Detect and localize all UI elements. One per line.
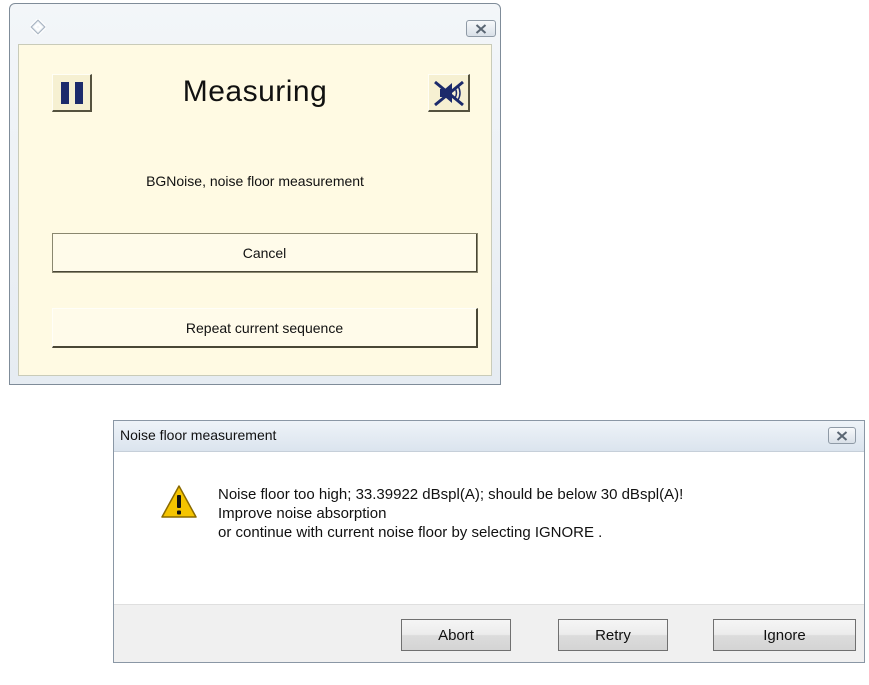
- cancel-button[interactable]: Cancel: [52, 233, 478, 273]
- measuring-panel: Measuring BGNoise, noise floor measureme…: [18, 44, 492, 376]
- dialog-titlebar[interactable]: Noise floor measurement: [114, 421, 864, 452]
- abort-button[interactable]: Abort: [401, 619, 511, 651]
- measuring-title: Measuring: [182, 75, 328, 108]
- noise-floor-dialog: Noise floor measurement Noise floor too …: [113, 420, 865, 663]
- dialog-close-button[interactable]: [828, 427, 856, 444]
- measuring-titlebar[interactable]: [10, 4, 500, 44]
- message-line: Improve noise absorption: [218, 505, 387, 522]
- app-logo-icon: [30, 19, 46, 35]
- dialog-message: Noise floor too high; 33.39922 dBspl(A);…: [218, 485, 683, 542]
- message-line: Noise floor too high; 33.39922 dBspl(A);…: [218, 486, 684, 503]
- repeat-sequence-button[interactable]: Repeat current sequence: [52, 308, 478, 348]
- message-line: or continue with current noise floor by …: [218, 524, 603, 541]
- measuring-close-button[interactable]: [466, 20, 496, 37]
- close-icon: [475, 23, 487, 34]
- close-icon: [836, 430, 848, 441]
- retry-button[interactable]: Retry: [558, 619, 668, 651]
- pause-icon: [60, 81, 69, 104]
- dialog-button-bar: Abort Retry Ignore: [114, 604, 864, 662]
- warning-icon: [161, 485, 197, 518]
- ignore-button[interactable]: Ignore: [713, 619, 856, 651]
- mute-button[interactable]: [428, 74, 470, 112]
- measurement-status: BGNoise, noise floor measurement: [146, 173, 364, 189]
- pause-button[interactable]: [52, 74, 92, 112]
- speaker-mute-icon: [433, 80, 464, 106]
- dialog-title: Noise floor measurement: [120, 427, 277, 443]
- measuring-window: Measuring BGNoise, noise floor measureme…: [9, 3, 501, 385]
